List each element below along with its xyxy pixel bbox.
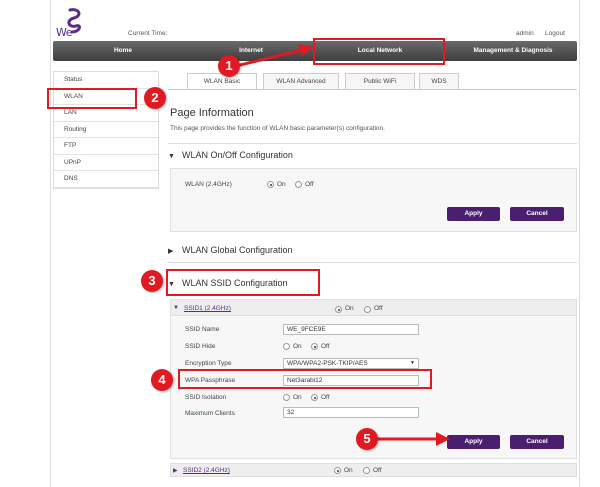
page-description: This page provides the function of WLAN …: [170, 125, 385, 132]
cancel-button[interactable]: Cancel: [510, 207, 564, 221]
nav-home[interactable]: Home: [93, 41, 153, 61]
isolation-label: SSID Isolation: [185, 394, 227, 401]
admin-link[interactable]: admin: [516, 30, 534, 37]
section-title: WLAN On/Off Configuration: [182, 150, 293, 160]
nav-management-diagnosis[interactable]: Management & Diagnosis: [453, 41, 573, 61]
highlight-wlan: [47, 88, 137, 109]
max-clients-label: Maximum Clients: [185, 410, 235, 417]
wlan-off-label: Off: [305, 181, 314, 188]
max-clients-input[interactable]: 32: [283, 407, 419, 418]
highlight-local-network: [313, 38, 445, 65]
annotation-badge-2: 2: [144, 87, 166, 109]
expand-triangle-icon: ▶: [168, 248, 174, 255]
divider: [168, 262, 577, 263]
ssid-hide-label: SSID Hide: [185, 343, 216, 350]
ssid2-off-label: Off: [373, 467, 382, 474]
ssid1-on-label: On: [345, 305, 354, 312]
ssid-hide-on-radio[interactable]: [283, 343, 290, 350]
ssid2-triangle-icon: ▶: [173, 468, 178, 474]
tab-wlan-advanced[interactable]: WLAN Advanced: [263, 73, 339, 89]
section-wlan-onoff[interactable]: ▼ WLAN On/Off Configuration: [168, 145, 293, 165]
sidebar-item-routing[interactable]: Routing: [54, 121, 158, 138]
section-wlan-global[interactable]: ▶ WLAN Global Configuration: [168, 240, 293, 260]
encryption-label: Encryption Type: [185, 360, 232, 367]
encryption-select[interactable]: WPA/WPA2-PSK-TKIP/AES ▼: [283, 358, 419, 369]
ssid-cancel-button[interactable]: Cancel: [510, 435, 564, 449]
arrow-1-icon: [235, 44, 314, 68]
sidebar-item-upnp[interactable]: UPnP: [54, 154, 158, 171]
section-title: WLAN Global Configuration: [182, 245, 293, 255]
page-title: Page Information: [170, 107, 254, 119]
tab-divider: [168, 89, 577, 90]
ssid-hide-on-label: On: [293, 343, 302, 350]
tab-public-wifi[interactable]: Public WiFi: [345, 73, 415, 89]
isolation-off-label: Off: [321, 394, 330, 401]
ssid1-label[interactable]: SSID1 (2.4GHz): [184, 305, 231, 312]
tab-wlan-basic[interactable]: WLAN Basic: [187, 73, 257, 89]
wlan-off-radio[interactable]: [295, 181, 302, 188]
annotation-badge-3: 3: [141, 270, 163, 292]
sidebar-item-dns[interactable]: DNS: [54, 171, 158, 188]
apply-button[interactable]: Apply: [447, 207, 500, 221]
sidebar-item-status[interactable]: Status: [54, 72, 158, 89]
sidebar-item-ftp[interactable]: FTP: [54, 138, 158, 155]
isolation-on-label: On: [293, 394, 302, 401]
chevron-down-icon: ▼: [410, 360, 415, 366]
logout-link[interactable]: Logout: [545, 30, 565, 37]
annotation-badge-4: 4: [151, 369, 173, 391]
wlan-on-label: On: [277, 181, 286, 188]
wlan-onoff-panel: WLAN (2.4GHz) On Off Apply Cancel: [170, 168, 577, 232]
tab-wds[interactable]: WDS: [419, 73, 459, 89]
highlight-passphrase: [178, 369, 432, 389]
ssid2-label[interactable]: SSID2 (2.4GHz): [183, 467, 230, 474]
collapse-triangle-icon: ▼: [168, 153, 175, 160]
ssid-name-input[interactable]: WE_9FCE9E: [283, 324, 419, 335]
ssid2-on-label: On: [344, 467, 353, 474]
ssid2-off-radio[interactable]: [363, 467, 370, 474]
wlan-on-radio[interactable]: [267, 181, 274, 188]
ssid1-off-radio[interactable]: [364, 306, 371, 313]
isolation-on-radio[interactable]: [283, 394, 290, 401]
highlight-ssid-config: [166, 269, 320, 296]
encryption-value: WPA/WPA2-PSK-TKIP/AES: [287, 360, 368, 367]
ssid-name-label: SSID Name: [185, 326, 220, 333]
ssid1-triangle-icon: ▼: [173, 305, 179, 311]
ssid1-on-radio[interactable]: [335, 306, 342, 313]
ssid2-on-radio[interactable]: [334, 467, 341, 474]
divider: [168, 143, 577, 144]
isolation-off-radio[interactable]: [311, 394, 318, 401]
annotation-badge-1: 1: [218, 55, 240, 77]
ssid1-off-label: Off: [374, 305, 383, 312]
ssid-hide-off-radio[interactable]: [311, 343, 318, 350]
annotation-badge-5: 5: [356, 428, 378, 450]
ssid-apply-button[interactable]: Apply: [447, 435, 500, 449]
wlan-label: WLAN (2.4GHz): [185, 181, 232, 188]
current-time-label: Current Time:: [128, 30, 168, 37]
logo-text: We: [56, 26, 73, 39]
ssid-hide-off-label: Off: [321, 343, 330, 350]
arrow-5-icon: [374, 432, 450, 446]
